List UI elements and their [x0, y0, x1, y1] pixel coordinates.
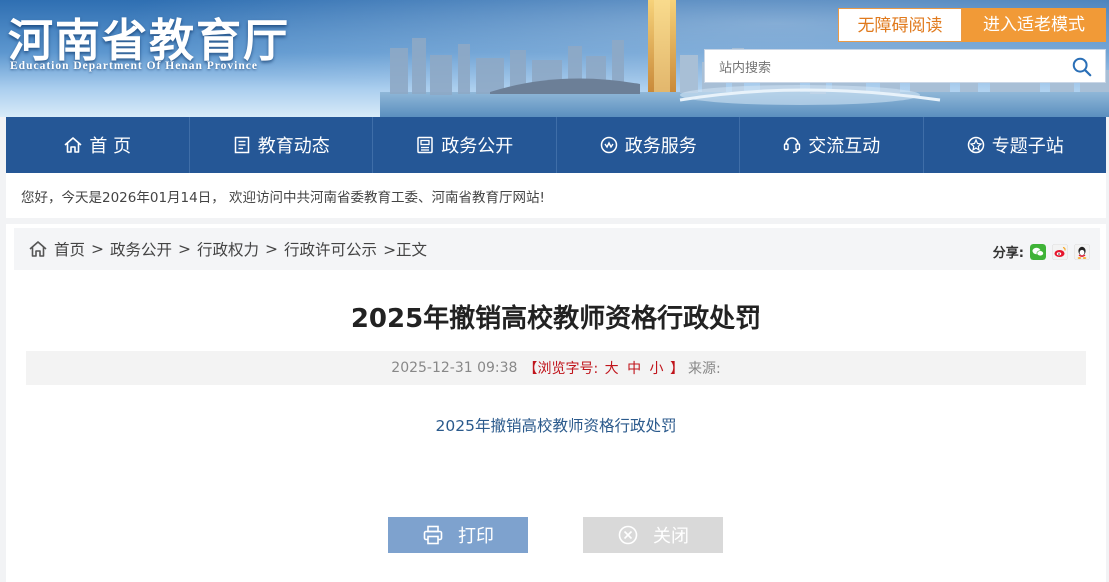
main-nav: 首 页 教育动态 政务公开 政务服务 交流互动 专题子站 — [6, 117, 1106, 173]
nav-item-government-affairs[interactable]: 政务公开 — [373, 117, 557, 173]
article-date: 2025-12-31 09:38 — [391, 360, 518, 376]
main-content: 首页 > 政务公开 > 行政权力 > 行政许可公示 >正文 分享: 2025年撤… — [6, 224, 1106, 582]
share-label: 分享: — [992, 246, 1024, 261]
list-icon — [417, 136, 433, 154]
elder-mode-button[interactable]: 进入适老模式 — [962, 8, 1106, 42]
nav-item-label: 首 页 — [89, 136, 132, 157]
font-size-selector: 【浏览字号: 大 中 小 】 — [523, 358, 684, 378]
font-size-large[interactable]: 大 — [605, 361, 619, 377]
article-meta: 2025-12-31 09:38 【浏览字号: 大 中 小 】 来源: — [26, 351, 1086, 385]
accessibility-reading-button[interactable]: 无障碍阅读 — [838, 8, 962, 42]
nav-item-label: 政务服务 — [624, 136, 697, 157]
service-icon — [600, 136, 617, 154]
nav-item-label: 专题子站 — [991, 136, 1064, 157]
site-logo-subtitle: Education Department Of Henan Province — [10, 60, 258, 72]
document-icon — [234, 136, 249, 154]
breadcrumb-administrative-power[interactable]: 行政权力 — [197, 238, 259, 260]
breadcrumb-government-affairs[interactable]: 政务公开 — [110, 238, 172, 260]
breadcrumb-separator: > — [91, 240, 105, 258]
search-box — [704, 49, 1106, 84]
article-attachment-link[interactable]: 2025年撤销高校教师资格行政处罚 — [6, 414, 1106, 436]
interaction-icon — [784, 137, 801, 154]
breadcrumb-license-publicity[interactable]: 行政许可公示 — [284, 238, 377, 260]
breadcrumb-separator: > — [265, 240, 279, 258]
breadcrumb: 首页 > 政务公开 > 行政权力 > 行政许可公示 >正文 分享: — [14, 228, 1100, 270]
print-button[interactable]: 打印 — [388, 517, 528, 553]
font-size-medium[interactable]: 中 — [627, 361, 641, 377]
home-icon[interactable] — [28, 239, 48, 259]
topic-icon — [967, 136, 984, 154]
nav-item-label: 政务公开 — [441, 136, 514, 157]
nav-item-label: 交流互动 — [808, 136, 881, 157]
breadcrumb-home[interactable]: 首页 — [54, 238, 85, 260]
breadcrumb-separator: > — [178, 240, 192, 258]
breadcrumb-current: >正文 — [383, 241, 428, 259]
share-bar: 分享: — [993, 242, 1090, 261]
home-icon — [64, 137, 82, 153]
search-icon[interactable] — [1071, 56, 1093, 78]
nav-item-topic-sites[interactable]: 专题子站 — [924, 117, 1107, 173]
nav-item-home[interactable]: 首 页 — [6, 117, 190, 173]
nav-item-government-services[interactable]: 政务服务 — [557, 117, 740, 173]
article-title: 2025年撤销高校教师资格行政处罚 — [350, 304, 762, 334]
nav-item-label: 教育动态 — [257, 136, 330, 157]
site-header: 河南省教育厅 Education Department Of Henan Pro… — [0, 0, 1109, 117]
welcome-bar: 您好，今天是2026年01月14日， 欢迎访问中共河南省委教育工委、河南省教育厅… — [6, 173, 1106, 218]
nav-item-interaction[interactable]: 交流互动 — [740, 117, 924, 173]
font-size-small[interactable]: 小 — [650, 361, 664, 377]
font-size-prefix: 【浏览字号: — [523, 361, 599, 377]
print-label: 打印 — [458, 526, 494, 547]
search-input[interactable] — [705, 50, 1061, 84]
close-icon — [618, 525, 638, 545]
wechat-icon[interactable] — [1030, 243, 1046, 260]
weibo-icon[interactable] — [1052, 243, 1068, 260]
printer-icon — [423, 525, 443, 545]
font-size-suffix: 】 — [669, 361, 684, 377]
close-button[interactable]: 关闭 — [583, 517, 723, 553]
top-buttons: 无障碍阅读 进入适老模式 — [838, 8, 1106, 42]
close-label: 关闭 — [653, 526, 689, 547]
nav-item-education-news[interactable]: 教育动态 — [190, 117, 373, 173]
qq-icon[interactable] — [1074, 243, 1090, 260]
welcome-text: 您好，今天是2026年01月14日， 欢迎访问中共河南省委教育工委、河南省教育厅… — [21, 189, 545, 206]
article-source: 来源: — [687, 361, 721, 377]
